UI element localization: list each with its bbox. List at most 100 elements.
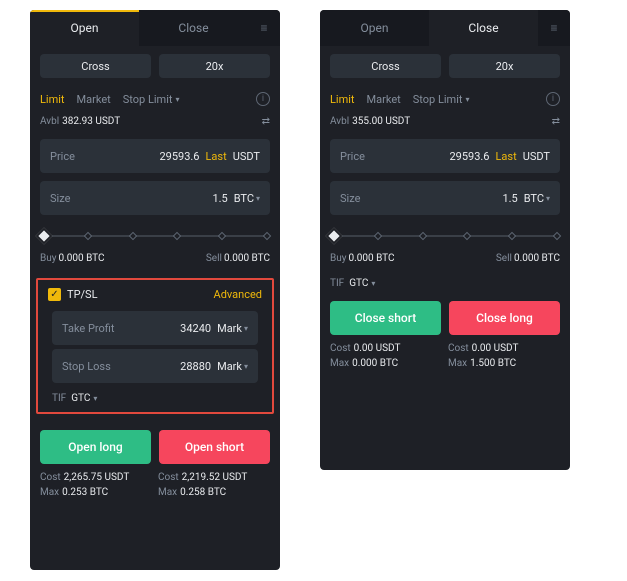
slider-ticks [330, 233, 560, 239]
order-type-tabs: Limit Market Stop Limit▾ i [320, 82, 570, 112]
tif-row: TIF GTC [42, 387, 268, 406]
last-price-button[interactable]: Last [496, 150, 517, 163]
type-stop-limit-label: Stop Limit [413, 93, 463, 106]
margin-mode-button[interactable]: Cross [40, 54, 151, 78]
max-label-long: Max [40, 487, 59, 498]
preferences-button[interactable]: ≡ [538, 10, 570, 46]
type-stop-limit[interactable]: Stop Limit▾ [123, 93, 180, 106]
tif-label: TIF [330, 278, 344, 289]
tif-row: TIF GTC [320, 272, 570, 291]
buy-sell-amounts: Buy0.000 BTC Sell0.000 BTC [30, 249, 280, 272]
max-long-value: 0.253 BTC [62, 487, 108, 498]
buy-label: Buy [40, 253, 56, 264]
info-icon[interactable]: i [546, 92, 560, 106]
cost-label-short: Cost [158, 472, 179, 483]
slider-handle[interactable] [326, 228, 343, 245]
margin-leverage-row: Cross 20x [320, 46, 570, 82]
open-close-tabs: Open Close ≡ [30, 10, 280, 46]
tif-select[interactable]: GTC [349, 278, 375, 289]
submit-row: Open long Open short [30, 420, 280, 470]
sell-label: Sell [206, 253, 222, 264]
slider-tick [263, 232, 271, 240]
sl-label: Stop Loss [62, 360, 111, 373]
open-order-panel: Open Close ≡ Cross 20x Limit Market Stop… [30, 10, 280, 570]
price-value: 29593.6 [450, 150, 490, 163]
tpsl-checkbox[interactable]: ✓ [48, 288, 61, 301]
tpsl-header: ✓ TP/SL Advanced [42, 288, 268, 307]
tab-close[interactable]: Close [139, 10, 248, 46]
slider-tick [508, 232, 516, 240]
type-stop-limit-label: Stop Limit [123, 93, 173, 106]
cost-label-short: Cost [330, 343, 351, 354]
size-slider[interactable] [330, 229, 560, 243]
transfer-icon[interactable]: ⇄ [262, 116, 270, 127]
open-long-button[interactable]: Open long [40, 430, 151, 464]
price-value: 29593.6 [160, 150, 200, 163]
sell-value: 0.000 BTC [224, 253, 270, 264]
max-label-short: Max [330, 358, 349, 369]
price-label: Price [340, 150, 365, 163]
leverage-button[interactable]: 20x [449, 54, 560, 78]
transfer-icon[interactable]: ⇄ [552, 116, 560, 127]
size-input[interactable]: Size 1.5 BTC [40, 181, 270, 215]
close-long-button[interactable]: Close long [449, 301, 560, 335]
last-price-button[interactable]: Last [206, 150, 227, 163]
slider-tick [553, 232, 561, 240]
tab-open[interactable]: Open [30, 10, 139, 46]
slider-tick [218, 232, 226, 240]
info-icon[interactable]: i [256, 92, 270, 106]
slider-ticks [40, 233, 270, 239]
submit-row: Close short Close long [320, 291, 570, 341]
type-limit[interactable]: Limit [40, 93, 65, 106]
tp-label: Take Profit [62, 322, 115, 335]
price-label: Price [50, 150, 75, 163]
take-profit-input[interactable]: Take Profit 34240 Mark [52, 311, 258, 345]
type-market[interactable]: Market [77, 93, 111, 106]
slider-tick [128, 232, 136, 240]
sell-value: 0.000 BTC [514, 253, 560, 264]
price-input[interactable]: Price 29593.6 Last USDT [330, 139, 560, 173]
cost-row: Cost0.00 USDT Cost0.00 USDT [320, 341, 570, 356]
preferences-button[interactable]: ≡ [248, 10, 280, 46]
buy-label: Buy [330, 253, 346, 264]
margin-leverage-row: Cross 20x [30, 46, 280, 82]
margin-mode-button[interactable]: Cross [330, 54, 441, 78]
type-market[interactable]: Market [367, 93, 401, 106]
tab-open[interactable]: Open [320, 10, 429, 46]
size-input[interactable]: Size 1.5 BTC [330, 181, 560, 215]
tif-select[interactable]: GTC [71, 393, 97, 404]
slider-tick [418, 232, 426, 240]
avbl-label: Avbl [40, 116, 59, 127]
type-limit[interactable]: Limit [330, 93, 355, 106]
size-unit-select[interactable]: BTC [524, 192, 550, 205]
sliders-icon: ≡ [260, 21, 267, 35]
leverage-button[interactable]: 20x [159, 54, 270, 78]
sl-value: 28880 [180, 360, 211, 373]
tp-trigger-select[interactable]: Mark [217, 322, 248, 335]
slider-handle[interactable] [36, 228, 53, 245]
stop-loss-input[interactable]: Stop Loss 28880 Mark [52, 349, 258, 383]
size-value: 1.5 [212, 192, 227, 205]
open-short-button[interactable]: Open short [159, 430, 270, 464]
price-input[interactable]: Price 29593.6 Last USDT [40, 139, 270, 173]
max-row: Max0.000 BTC Max1.500 BTC [320, 356, 570, 371]
size-unit-select[interactable]: BTC [234, 192, 260, 205]
close-short-button[interactable]: Close short [330, 301, 441, 335]
cost-label-long: Cost [40, 472, 61, 483]
open-close-tabs: Open Close ≡ [320, 10, 570, 46]
tab-close[interactable]: Close [429, 10, 538, 46]
cost-label-long: Cost [448, 343, 469, 354]
sl-trigger-select[interactable]: Mark [217, 360, 248, 373]
tpsl-advanced-button[interactable]: Advanced [214, 288, 262, 301]
tpsl-section: ✓ TP/SL Advanced Take Profit 34240 Mark … [36, 278, 274, 414]
type-stop-limit[interactable]: Stop Limit▾ [413, 93, 470, 106]
tpsl-label: TP/SL [67, 288, 98, 301]
max-label-long: Max [448, 358, 467, 369]
avbl-value: 382.93 USDT [62, 116, 120, 127]
slider-tick [463, 232, 471, 240]
size-slider[interactable] [40, 229, 270, 243]
cost-long-value: 0.00 USDT [472, 343, 519, 354]
slider-tick [173, 232, 181, 240]
price-unit: USDT [233, 150, 260, 163]
max-row: Max0.253 BTC Max0.258 BTC [30, 485, 280, 500]
